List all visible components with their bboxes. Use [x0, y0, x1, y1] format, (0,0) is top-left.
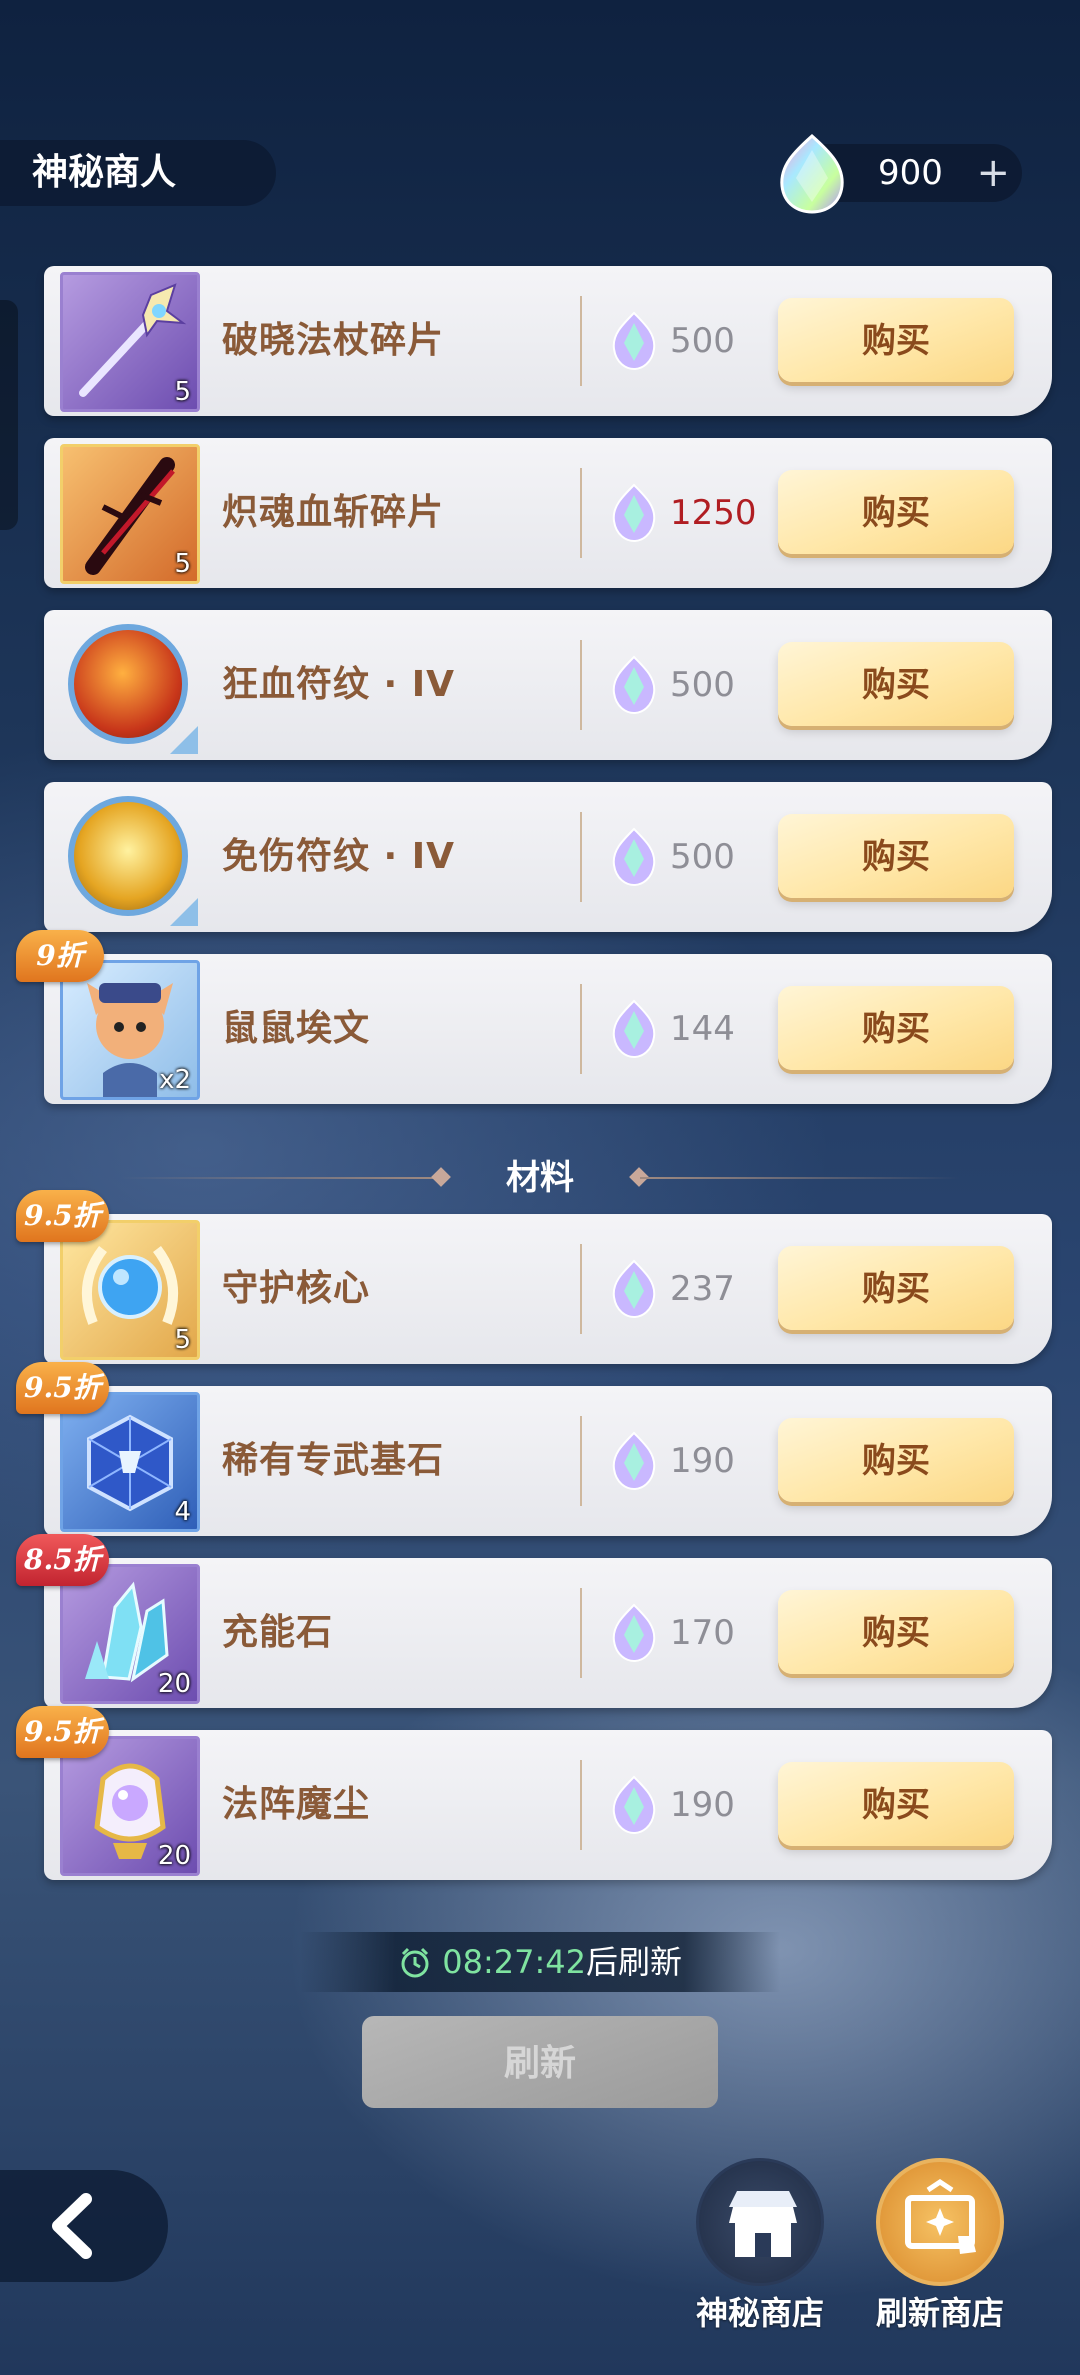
blade-fragment-icon: 5 [60, 444, 200, 584]
divider [580, 1760, 582, 1850]
divider [580, 468, 582, 558]
divider [580, 640, 582, 730]
diamond-ornament-icon [431, 1167, 451, 1187]
item-price: 500 [670, 665, 735, 705]
refresh-button[interactable]: 刷新 [362, 2016, 718, 2108]
nav-label: 刷新商店 [875, 2294, 1004, 2332]
buy-button[interactable]: 购买 [778, 642, 1014, 726]
item-name: 守护核心 [222, 1268, 371, 1309]
buy-button[interactable]: 购买 [778, 814, 1014, 898]
rainbow-gem-icon [612, 1431, 656, 1491]
buy-button[interactable]: 购买 [778, 986, 1014, 1070]
item-name: 法阵魔尘 [222, 1784, 371, 1825]
rainbow-gem-icon [612, 999, 656, 1059]
shop-icon [696, 2158, 824, 2286]
list-item: 免伤符纹 · IV 500 购买 [44, 782, 1052, 932]
item-count: x2 [159, 1065, 191, 1095]
item-count: 5 [174, 377, 191, 407]
section-line [640, 1177, 960, 1179]
gold-rune-icon [60, 788, 200, 928]
item-name: 稀有专武基石 [222, 1440, 445, 1481]
page-title: 神秘商人 [0, 140, 276, 206]
list-item: 20 8.5折 充能石 170 购买 [16, 1534, 1052, 1708]
refresh-timer: 08:27:42后刷新 [300, 1932, 780, 1992]
nav-label: 神秘商店 [695, 2294, 824, 2332]
discount-badge: 8.5折 [16, 1534, 109, 1586]
rainbow-gem-icon [612, 483, 656, 543]
refresh-shop-icon [876, 2158, 1004, 2286]
back-button[interactable] [0, 2170, 168, 2282]
item-price: 500 [670, 321, 735, 361]
list-item: 5 9.5折 守护核心 237 购买 [16, 1190, 1052, 1364]
item-count: 4 [174, 1497, 191, 1527]
buy-button[interactable]: 购买 [778, 1246, 1014, 1330]
buy-button[interactable]: 购买 [778, 1762, 1014, 1846]
timer-suffix: 后刷新 [585, 1943, 682, 1981]
item-name: 炽魂血斩碎片 [222, 492, 445, 533]
discount-badge: 9.5折 [16, 1362, 109, 1414]
divider [580, 296, 582, 386]
rainbow-gem-icon [612, 1775, 656, 1835]
discount-badge: 9.5折 [16, 1190, 109, 1242]
rainbow-gem-icon [612, 655, 656, 715]
item-count: 20 [157, 1841, 191, 1871]
item-price: 500 [670, 837, 735, 877]
discount-badge: 9折 [16, 930, 104, 982]
refresh-shop-button[interactable]: 刷新商店 [870, 2158, 1010, 2334]
rainbow-gem-icon [612, 311, 656, 371]
buy-button[interactable]: 购买 [778, 1590, 1014, 1674]
list-item: 4 9.5折 稀有专武基石 190 购买 [16, 1362, 1052, 1536]
item-name: 狂血符纹 · IV [222, 664, 455, 705]
divider [580, 984, 582, 1074]
list-item: 狂血符纹 · IV 500 购买 [44, 610, 1052, 760]
rainbow-gem-icon [780, 133, 844, 214]
list-item: 5 炽魂血斩碎片 1250 购买 [44, 438, 1052, 588]
timer-value: 08:27:42 [442, 1943, 586, 1981]
discount-badge: 9.5折 [16, 1706, 109, 1758]
mystery-shop-button[interactable]: 神秘商店 [690, 2158, 830, 2334]
item-price: 170 [670, 1613, 735, 1653]
item-price: 190 [670, 1785, 735, 1825]
rainbow-gem-icon [612, 827, 656, 887]
staff-fragment-icon: 5 [60, 272, 200, 412]
alarm-clock-icon [401, 1947, 429, 1978]
item-name: 免伤符纹 · IV [222, 836, 455, 877]
item-count: 20 [157, 1669, 191, 1699]
fire-rune-icon [60, 616, 200, 756]
side-tab-handle[interactable] [0, 300, 18, 530]
item-name: 破晓法杖碎片 [222, 320, 445, 361]
buy-button[interactable]: 购买 [778, 1418, 1014, 1502]
divider [580, 1244, 582, 1334]
add-currency-button[interactable]: + [976, 144, 1010, 202]
section-header: 材料 [100, 1148, 980, 1208]
item-name: 鼠鼠埃文 [222, 1008, 371, 1049]
buy-button[interactable]: 购买 [778, 470, 1014, 554]
section-line [120, 1177, 440, 1179]
item-price: 144 [670, 1009, 735, 1049]
rainbow-gem-icon [612, 1603, 656, 1663]
buy-button[interactable]: 购买 [778, 298, 1014, 382]
currency-amount: 900 [878, 153, 943, 193]
item-price: 237 [670, 1269, 735, 1309]
item-name: 充能石 [222, 1612, 334, 1653]
divider [580, 812, 582, 902]
item-price: 1250 [670, 493, 757, 533]
currency-display: 900 + [780, 133, 1022, 214]
list-item: 20 9.5折 法阵魔尘 190 购买 [16, 1706, 1052, 1880]
divider [580, 1416, 582, 1506]
item-price: 190 [670, 1441, 735, 1481]
chevron-left-icon [52, 2193, 92, 2259]
list-item: 5 破晓法杖碎片 500 购买 [44, 266, 1052, 416]
rainbow-gem-icon [612, 1259, 656, 1319]
item-count: 5 [174, 549, 191, 579]
item-count: 5 [174, 1325, 191, 1355]
section-title: 材料 [506, 1158, 574, 1198]
divider [580, 1588, 582, 1678]
list-item: x2 9折 鼠鼠埃文 144 购买 [16, 930, 1052, 1104]
